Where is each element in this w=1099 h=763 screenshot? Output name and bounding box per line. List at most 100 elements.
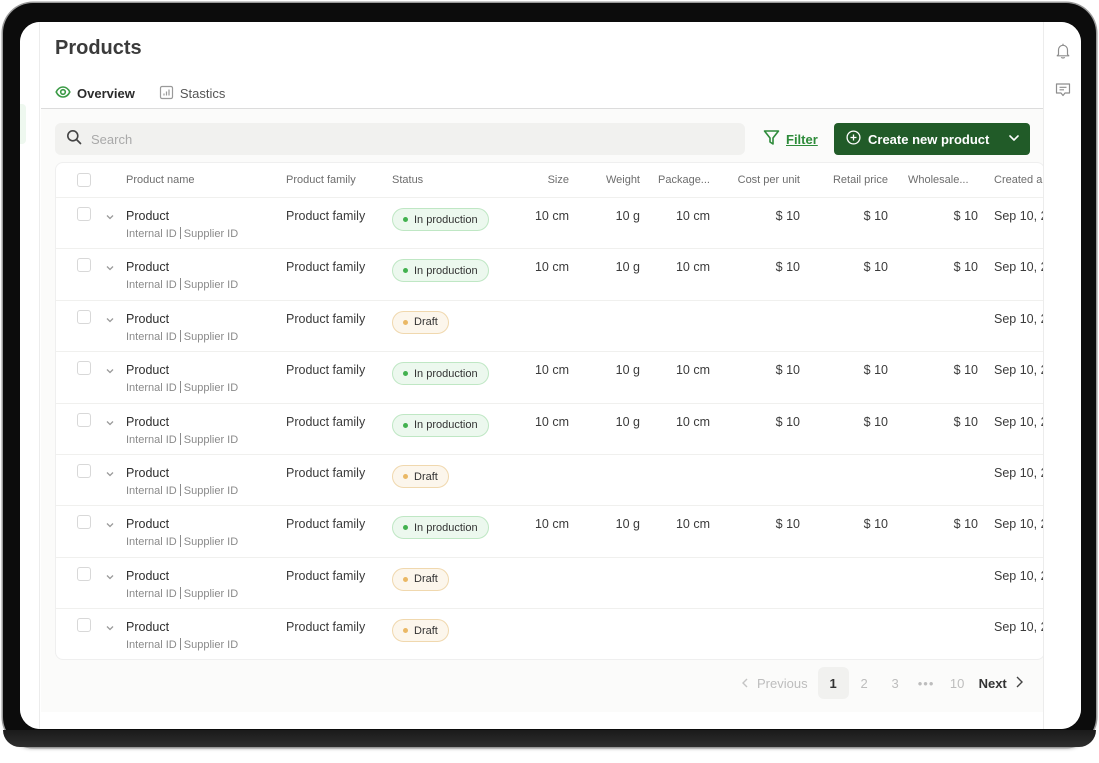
id-separator bbox=[179, 381, 181, 394]
expand-chevron-icon[interactable] bbox=[104, 261, 116, 273]
created-at-value: Sep 10, 2 bbox=[994, 620, 1045, 635]
size-value: 10 cm bbox=[534, 414, 569, 429]
column-header-weight[interactable]: Weight bbox=[606, 174, 640, 186]
product-ids: Internal ID Supplier ID bbox=[126, 484, 238, 497]
size-value: 10 cm bbox=[534, 517, 569, 532]
expand-chevron-icon[interactable] bbox=[104, 570, 116, 582]
size-value: 10 cm bbox=[534, 209, 569, 223]
internal-id: Internal ID bbox=[126, 485, 177, 497]
status-dot bbox=[403, 576, 408, 582]
supplier-id: Supplier ID bbox=[183, 587, 239, 600]
column-header-wholesale[interactable]: Wholesale... bbox=[908, 174, 969, 186]
chevron-down-icon[interactable] bbox=[1008, 132, 1020, 147]
table-row[interactable]: Product Internal ID Supplier ID Product fam… bbox=[56, 404, 1044, 455]
table-row[interactable]: Product Internal ID Supplier ID Product fam… bbox=[56, 506, 1044, 558]
product-name[interactable]: Product bbox=[126, 517, 169, 531]
status-label: In production bbox=[414, 213, 478, 226]
bell-icon[interactable] bbox=[1054, 42, 1072, 60]
product-name[interactable]: Product bbox=[126, 466, 169, 480]
expand-chevron-icon[interactable] bbox=[104, 518, 116, 530]
column-header-cost-per-unit[interactable]: Cost per unit bbox=[738, 174, 800, 186]
page-button-3[interactable]: 3 bbox=[880, 667, 911, 699]
message-icon[interactable] bbox=[1054, 81, 1072, 99]
table-row[interactable]: Product Internal ID Supplier ID Product fam… bbox=[56, 249, 1044, 301]
retail-price-value: $ 10 bbox=[863, 414, 888, 429]
status-dot bbox=[403, 525, 408, 531]
status-label: In production bbox=[414, 367, 478, 380]
table-row[interactable]: Product Internal ID Supplier ID Product fam… bbox=[56, 609, 1045, 659]
select-all-checkbox[interactable] bbox=[77, 173, 91, 187]
status-dot bbox=[403, 628, 408, 634]
table-row[interactable]: Product Internal ID Supplier ID Product fam… bbox=[56, 558, 1044, 610]
page-button-2[interactable]: 2 bbox=[849, 667, 880, 699]
supplier-id: Supplier ID bbox=[183, 279, 239, 292]
table-row[interactable]: Product Internal ID Supplier ID Product fam… bbox=[56, 455, 1044, 507]
weight-value: 10 g bbox=[615, 363, 640, 378]
expand-chevron-icon[interactable] bbox=[104, 313, 116, 325]
row-checkbox[interactable] bbox=[77, 258, 91, 273]
expand-chevron-icon[interactable] bbox=[104, 416, 116, 428]
status-dot bbox=[403, 371, 408, 377]
product-family: Product family bbox=[286, 209, 366, 223]
supplier-id: Supplier ID bbox=[183, 330, 239, 343]
package-value: 10 cm bbox=[675, 414, 710, 429]
previous-page-button[interactable]: Previous bbox=[741, 667, 808, 699]
expand-chevron-icon[interactable] bbox=[104, 210, 116, 222]
weight-value: 10 g bbox=[615, 517, 640, 532]
row-checkbox[interactable] bbox=[77, 361, 91, 376]
product-name[interactable]: Product bbox=[126, 312, 169, 326]
created-at-value: Sep 10, 2 bbox=[994, 311, 1045, 326]
product-name[interactable]: Product bbox=[126, 569, 169, 583]
status-badge: In production bbox=[392, 208, 489, 231]
row-checkbox[interactable] bbox=[77, 207, 91, 221]
page-button-10[interactable]: 10 bbox=[942, 667, 973, 699]
row-checkbox[interactable] bbox=[77, 515, 91, 530]
expand-chevron-icon[interactable] bbox=[104, 467, 116, 479]
column-header-package[interactable]: Package... bbox=[658, 174, 710, 186]
expand-chevron-icon[interactable] bbox=[104, 621, 116, 633]
product-name[interactable]: Product bbox=[126, 260, 169, 274]
product-name[interactable]: Product bbox=[126, 209, 169, 223]
internal-id: Internal ID bbox=[126, 228, 177, 240]
id-separator bbox=[179, 638, 181, 651]
product-family: Product family bbox=[286, 466, 366, 480]
row-checkbox[interactable] bbox=[77, 412, 91, 427]
tab-statistics[interactable]: Stastics bbox=[159, 78, 228, 109]
next-page-button[interactable]: Next bbox=[979, 667, 1023, 699]
create-product-button[interactable]: Create new product bbox=[834, 123, 1030, 155]
filter-icon bbox=[763, 129, 780, 149]
product-name[interactable]: Product bbox=[126, 415, 169, 429]
status-badge: Draft bbox=[392, 310, 449, 334]
table-row[interactable]: Product Internal ID Supplier ID Product fam… bbox=[56, 352, 1045, 404]
internal-id: Internal ID bbox=[126, 433, 177, 446]
column-header-product-name[interactable]: Product name bbox=[126, 174, 194, 186]
column-header-created-at[interactable]: Created a bbox=[994, 174, 1042, 186]
product-name[interactable]: Product bbox=[126, 620, 169, 634]
row-checkbox[interactable] bbox=[77, 464, 91, 478]
row-checkbox[interactable] bbox=[77, 618, 91, 633]
column-header-status[interactable]: Status bbox=[392, 174, 423, 186]
column-header-retail-price[interactable]: Retail price bbox=[833, 174, 888, 186]
table-row[interactable]: Product Internal ID Supplier ID Product fam… bbox=[56, 198, 1044, 250]
search-box[interactable] bbox=[55, 123, 745, 155]
tab-bar: Overview Stastics bbox=[55, 78, 228, 110]
created-at-value: Sep 10, 2 bbox=[994, 363, 1045, 378]
row-checkbox[interactable] bbox=[77, 309, 91, 324]
product-ids: Internal ID Supplier ID bbox=[126, 329, 239, 343]
row-checkbox[interactable] bbox=[77, 566, 91, 581]
product-ids: Internal ID Supplier ID bbox=[126, 278, 238, 291]
product-name[interactable]: Product bbox=[126, 363, 169, 377]
wholesale-value: $ 10 bbox=[953, 414, 978, 429]
cost-per-unit-value: $ 10 bbox=[775, 209, 800, 223]
cost-per-unit-value: $ 10 bbox=[775, 414, 800, 429]
filter-button[interactable]: Filter bbox=[763, 123, 818, 155]
search-input[interactable] bbox=[91, 131, 691, 147]
tab-overview[interactable]: Overview bbox=[55, 78, 137, 110]
sidebar-active-indicator bbox=[20, 104, 26, 144]
page-button-1[interactable]: 1 bbox=[817, 667, 849, 699]
column-header-product-family[interactable]: Product family bbox=[286, 174, 356, 186]
table-row[interactable]: Product Internal ID Supplier ID Product fam… bbox=[56, 301, 1045, 353]
expand-chevron-icon[interactable] bbox=[104, 364, 116, 376]
column-header-size[interactable]: Size bbox=[548, 174, 569, 186]
product-family: Product family bbox=[286, 517, 366, 532]
